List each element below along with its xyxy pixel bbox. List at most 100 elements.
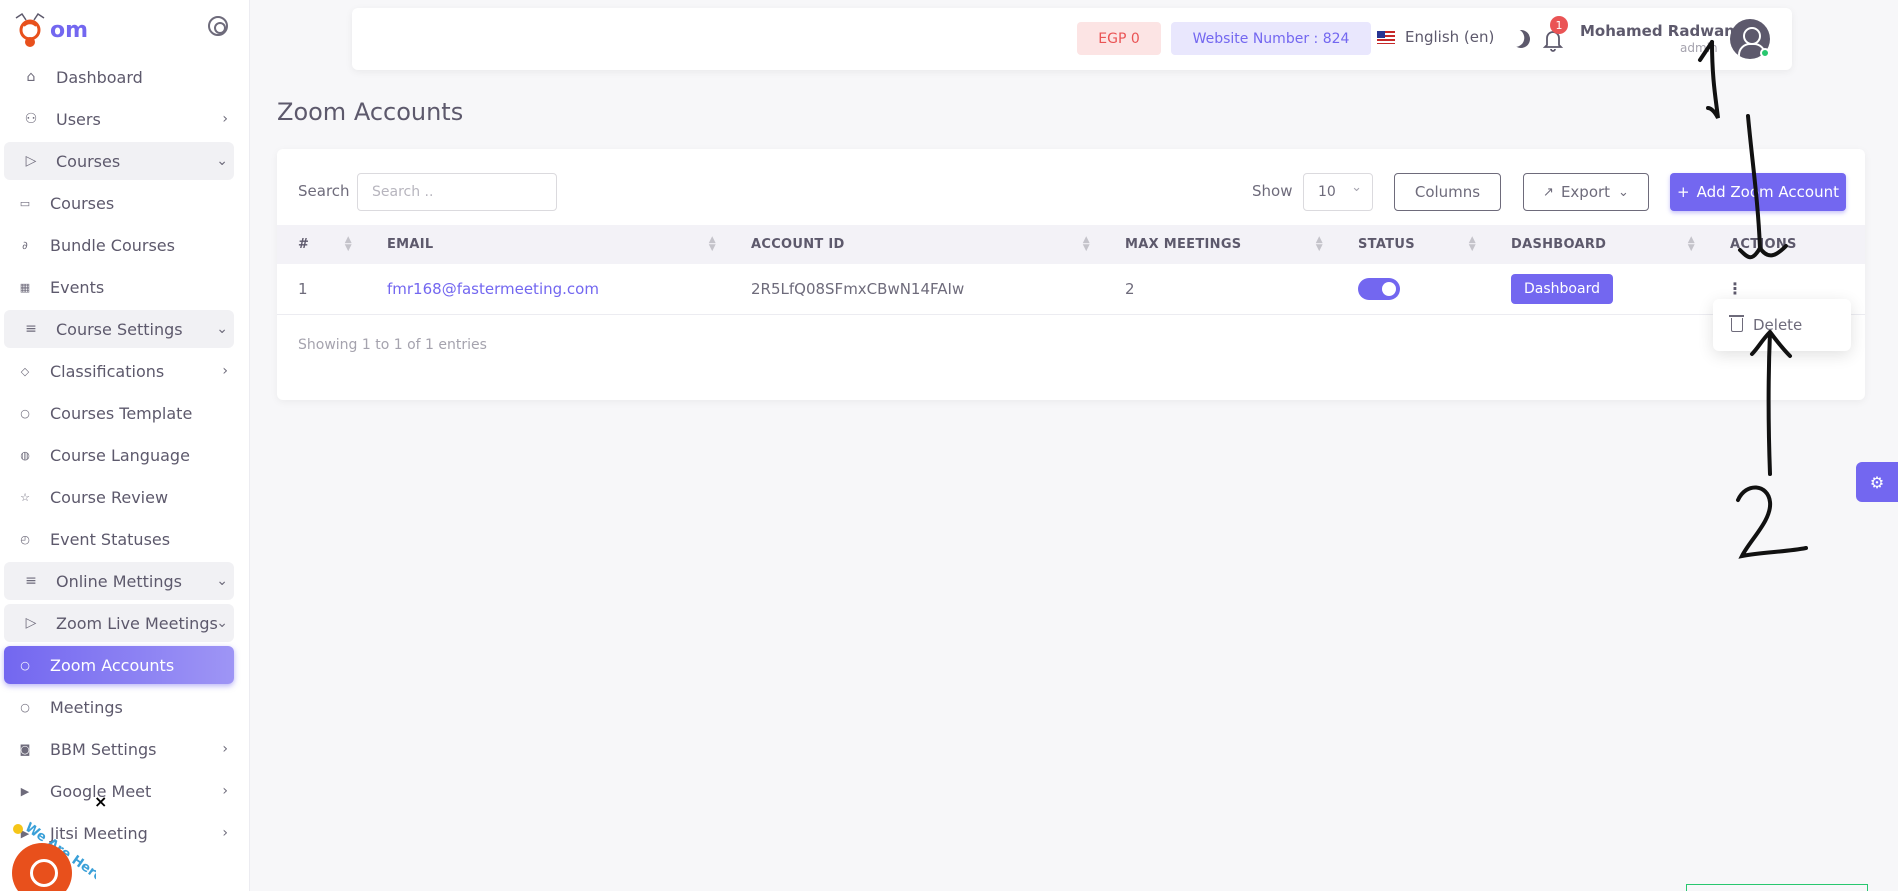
search-input[interactable] [357, 173, 557, 211]
play-circle-icon: ▷ [25, 153, 37, 169]
menu-icon: ≡ [25, 573, 37, 589]
user-role: admin [1680, 41, 1718, 55]
add-zoom-account-label: Add Zoom Account [1696, 183, 1839, 201]
sidebar-collapse-toggle[interactable] [208, 16, 228, 36]
paperclip-icon: ∂ [22, 238, 28, 252]
sidebar-item-label: Course Review [50, 487, 169, 507]
logo-icon [15, 12, 45, 47]
sort-icon: ▲ ▼ [1687, 235, 1695, 253]
star-icon: ☆ [20, 490, 30, 504]
sort-icon: ▲ ▼ [1315, 235, 1323, 253]
add-zoom-account-button[interactable]: + Add Zoom Account [1670, 173, 1846, 211]
delete-menu-item[interactable]: Delete [1753, 316, 1802, 334]
sidebar-item-events[interactable]: ▦ Events [4, 268, 234, 306]
sidebar-item-label: Zoom Accounts [50, 655, 175, 675]
max-meetings: 2 [1125, 279, 1135, 298]
columns-button[interactable]: Columns [1394, 173, 1501, 211]
dark-mode-icon[interactable] [1509, 27, 1532, 50]
chevron-right-icon: › [222, 825, 228, 841]
zoom-accounts-card: Search Show 10 Columns ↗ Export ⌄ + Add … [277, 149, 1865, 400]
sidebar-item-courses-template[interactable]: ○ Courses Template [4, 394, 234, 432]
sidebar-item-zoom-accounts[interactable]: ○ Zoom Accounts [4, 646, 234, 684]
trash-icon [1729, 315, 1744, 332]
column-header-status[interactable]: STATUS ▲ ▼ [1337, 225, 1490, 264]
brand-logo[interactable]: om [12, 12, 88, 48]
sidebar-item-bundle-courses[interactable]: ∂ Bundle Courses [4, 226, 234, 264]
page-size-select[interactable]: 10 [1303, 173, 1373, 211]
sidebar-item-meetings[interactable]: ○ Meetings [4, 688, 234, 726]
sidebar-item-users[interactable]: ⚇ Users › [4, 100, 234, 138]
user-name[interactable]: Mohamed Radwan [1580, 22, 1735, 40]
bottom-widget-edge [1686, 884, 1868, 891]
sidebar-item-label: Classifications [50, 361, 165, 381]
sidebar-item-course-language[interactable]: ◍ Course Language [4, 436, 234, 474]
balance-badge: EGP 0 [1077, 22, 1161, 55]
sort-icon: ▲ ▼ [1082, 235, 1090, 253]
account-id: 2R5LfQ08SFmxCBwN14FAIw [751, 279, 965, 298]
chevron-down-icon: ⌄ [216, 153, 228, 169]
chevron-right-icon: › [222, 111, 228, 127]
language-label: English (en) [1405, 28, 1495, 46]
email-link[interactable]: fmr168@fastermeeting.com [387, 280, 599, 298]
gear-icon: ⚙ [1869, 472, 1885, 492]
calendar-icon: ▦ [19, 280, 31, 294]
sidebar-item-online-mettings[interactable]: ≡ Online Mettings ⌄ [4, 562, 234, 600]
sidebar-item-courses[interactable]: ▭ Courses [4, 184, 234, 222]
column-header-max-meetings[interactable]: MAX MEETINGS ▲ ▼ [1104, 225, 1337, 264]
column-header-index[interactable]: # ▲ ▼ [277, 225, 366, 264]
sidebar-item-google-meet[interactable]: ▶ Google Meet › [4, 772, 234, 810]
sidebar-item-event-statuses[interactable]: ◴ Event Statuses [4, 520, 234, 558]
sidebar-item-label: Courses [56, 151, 121, 171]
dashboard-button[interactable]: Dashboard [1511, 273, 1613, 304]
theme-customizer-button[interactable]: ⚙ [1856, 462, 1898, 502]
chevron-down-icon: ⌄ [216, 573, 228, 589]
annotation-2 [1736, 485, 1808, 559]
language-switcher[interactable]: English (en) [1377, 28, 1494, 46]
website-number-badge: Website Number : 824 [1171, 22, 1371, 55]
sidebar-item-course-review[interactable]: ☆ Course Review [4, 478, 234, 516]
sidebar-item-bbm-settings[interactable]: ◙ BBM Settings › [4, 730, 234, 768]
sidebar-item-label: Course Settings [56, 319, 183, 339]
chevron-down-icon: ⌄ [216, 615, 228, 631]
online-status-dot [1760, 48, 1770, 58]
sidebar-nav: ⌂ Dashboard ⚇ Users › ▷ Courses ⌄ ▭ Courses ∂ Bundl… [4, 58, 234, 856]
sidebar-item-label: Event Statuses [50, 529, 171, 549]
book-icon: ▭ [19, 196, 31, 210]
annotation-overlay [1698, 40, 1808, 559]
column-header-email[interactable]: EMAIL ▲ ▼ [366, 225, 730, 264]
search-label: Search [298, 182, 350, 200]
camera-icon: ◙ [19, 742, 31, 756]
globe-icon: ◍ [20, 448, 30, 462]
sidebar-item-label: Zoom Live Meetings [56, 613, 218, 633]
chevron-right-icon: › [222, 783, 228, 799]
wave-hand-icon [13, 824, 23, 834]
chat-close-icon[interactable]: × [94, 792, 107, 811]
zoom-accounts-table: # ▲ ▼ EMAIL ▲ ▼ ACCOUNT ID ▲ ▼ MAX MEETINGS ▲ ▼ … [277, 225, 1865, 315]
sidebar-item-course-settings[interactable]: ≡ Course Settings ⌄ [4, 310, 234, 348]
sort-icon: ▲ ▼ [708, 235, 716, 253]
export-button[interactable]: ↗ Export ⌄ [1523, 173, 1649, 211]
status-toggle[interactable] [1358, 277, 1400, 300]
sidebar-item-classifications[interactable]: ◇ Classifications › [4, 352, 234, 390]
circle-icon: ○ [20, 658, 30, 672]
more-actions-icon[interactable]: ⋮ [1727, 279, 1743, 298]
notification-count-badge: 1 [1550, 16, 1568, 34]
video-icon: ▶ [20, 784, 30, 798]
plus-icon: + [1677, 183, 1690, 201]
sidebar-item-zoom-live-meetings[interactable]: ▷ Zoom Live Meetings ⌄ [4, 604, 234, 642]
column-header-account-id[interactable]: ACCOUNT ID ▲ ▼ [730, 225, 1104, 264]
sidebar-item-courses[interactable]: ▷ Courses ⌄ [4, 142, 234, 180]
top-navbar: EGP 0 Website Number : 824 English (en) … [352, 8, 1792, 70]
sidebar-item-label: Meetings [50, 697, 123, 717]
pagination-info: Showing 1 to 1 of 1 entries [298, 337, 487, 353]
sidebar-item-dashboard[interactable]: ⌂ Dashboard [4, 58, 234, 96]
chevron-down-icon: ⌄ [216, 321, 228, 337]
column-header-dashboard[interactable]: DASHBOARD ▲ ▼ [1490, 225, 1709, 264]
tag-icon: ◇ [20, 364, 30, 378]
chevron-down-icon: ⌄ [1618, 184, 1629, 200]
sidebar-item-label: BBM Settings [50, 739, 157, 759]
sidebar-item-label: Events [50, 277, 105, 297]
circle-icon: ○ [20, 700, 30, 714]
row-index: 1 [298, 279, 308, 298]
home-icon: ⌂ [26, 69, 36, 85]
